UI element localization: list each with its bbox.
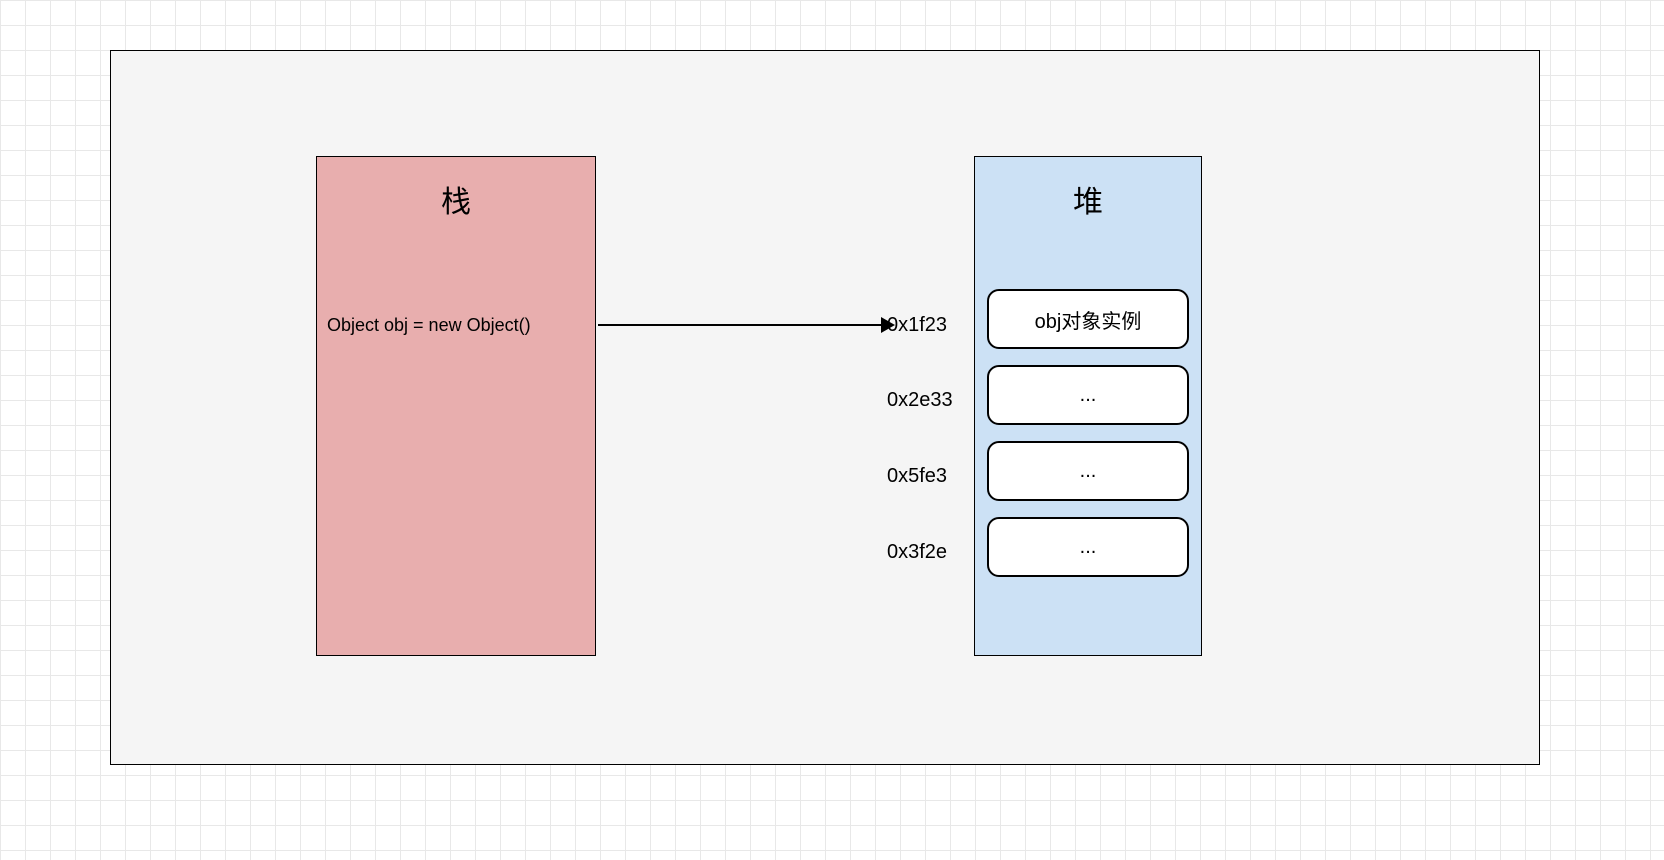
reference-arrow-head xyxy=(881,317,895,333)
heap-item: ... xyxy=(987,365,1189,425)
stack-code: Object obj = new Object() xyxy=(327,315,531,336)
stack-title: 栈 xyxy=(317,177,595,221)
heap-box[interactable]: 堆 obj对象实例 ... ... ... xyxy=(974,156,1202,656)
stack-box[interactable]: 栈 Object obj = new Object() xyxy=(316,156,596,656)
memory-address: 0x5fe3 xyxy=(887,465,947,488)
heap-item-label: ... xyxy=(1080,536,1097,559)
heap-title: 堆 xyxy=(975,177,1201,221)
memory-address: 0x2e33 xyxy=(887,389,953,412)
memory-address: 0x3f2e xyxy=(887,541,947,564)
heap-item-label: obj对象实例 xyxy=(1035,305,1142,334)
memory-address: 0x1f23 xyxy=(887,314,947,337)
heap-item: ... xyxy=(987,441,1189,501)
diagram-canvas[interactable]: 栈 Object obj = new Object() 堆 obj对象实例 ..… xyxy=(110,50,1540,765)
heap-item: obj对象实例 xyxy=(987,289,1189,349)
heap-item: ... xyxy=(987,517,1189,577)
reference-arrow-line xyxy=(598,324,885,326)
heap-item-label: ... xyxy=(1080,460,1097,483)
heap-item-label: ... xyxy=(1080,384,1097,407)
